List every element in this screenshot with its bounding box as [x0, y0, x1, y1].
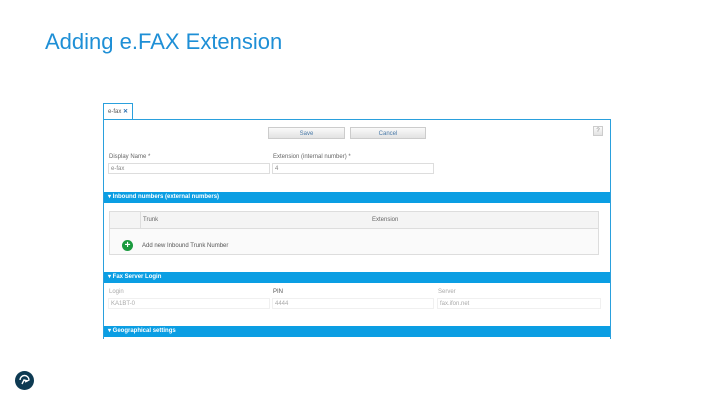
inbound-table: Trunk Extension + Add new Inbound Trunk …: [109, 211, 599, 255]
login-label: Login: [109, 289, 124, 295]
section-geographical-settings[interactable]: ▾ Geographical settings: [104, 326, 610, 337]
extension-input[interactable]: 4: [272, 163, 434, 174]
add-icon[interactable]: +: [122, 240, 133, 251]
save-button[interactable]: Save: [268, 127, 345, 139]
server-label: Server: [438, 289, 456, 295]
login-input[interactable]: KA1BT-0: [108, 298, 270, 309]
tab-efax[interactable]: e-fax ✕: [103, 103, 133, 119]
close-icon[interactable]: ✕: [123, 109, 128, 115]
display-name-label: Display Name *: [109, 154, 151, 160]
section-fax-server-login[interactable]: ▾ Fax Server Login: [104, 272, 610, 283]
slide-title: Adding e.FAX Extension: [45, 29, 283, 54]
tab-label: e-fax: [108, 109, 122, 115]
pin-input[interactable]: 4444: [272, 298, 434, 309]
display-name-input[interactable]: e-fax: [108, 163, 270, 174]
cancel-button[interactable]: Cancel: [350, 127, 426, 139]
server-input[interactable]: fax.ifon.net: [437, 298, 601, 309]
column-trunk: Trunk: [143, 217, 159, 223]
pin-label: PIN: [273, 289, 284, 295]
extension-label: Extension (internal number) *: [273, 154, 351, 160]
section-inbound-numbers[interactable]: ▾ Inbound numbers (external numbers): [104, 192, 610, 203]
add-trunk-link[interactable]: Add new Inbound Trunk Number: [142, 243, 228, 249]
column-extension: Extension: [372, 217, 399, 223]
help-button[interactable]: ?: [593, 126, 603, 136]
logo-icon: [15, 371, 34, 390]
